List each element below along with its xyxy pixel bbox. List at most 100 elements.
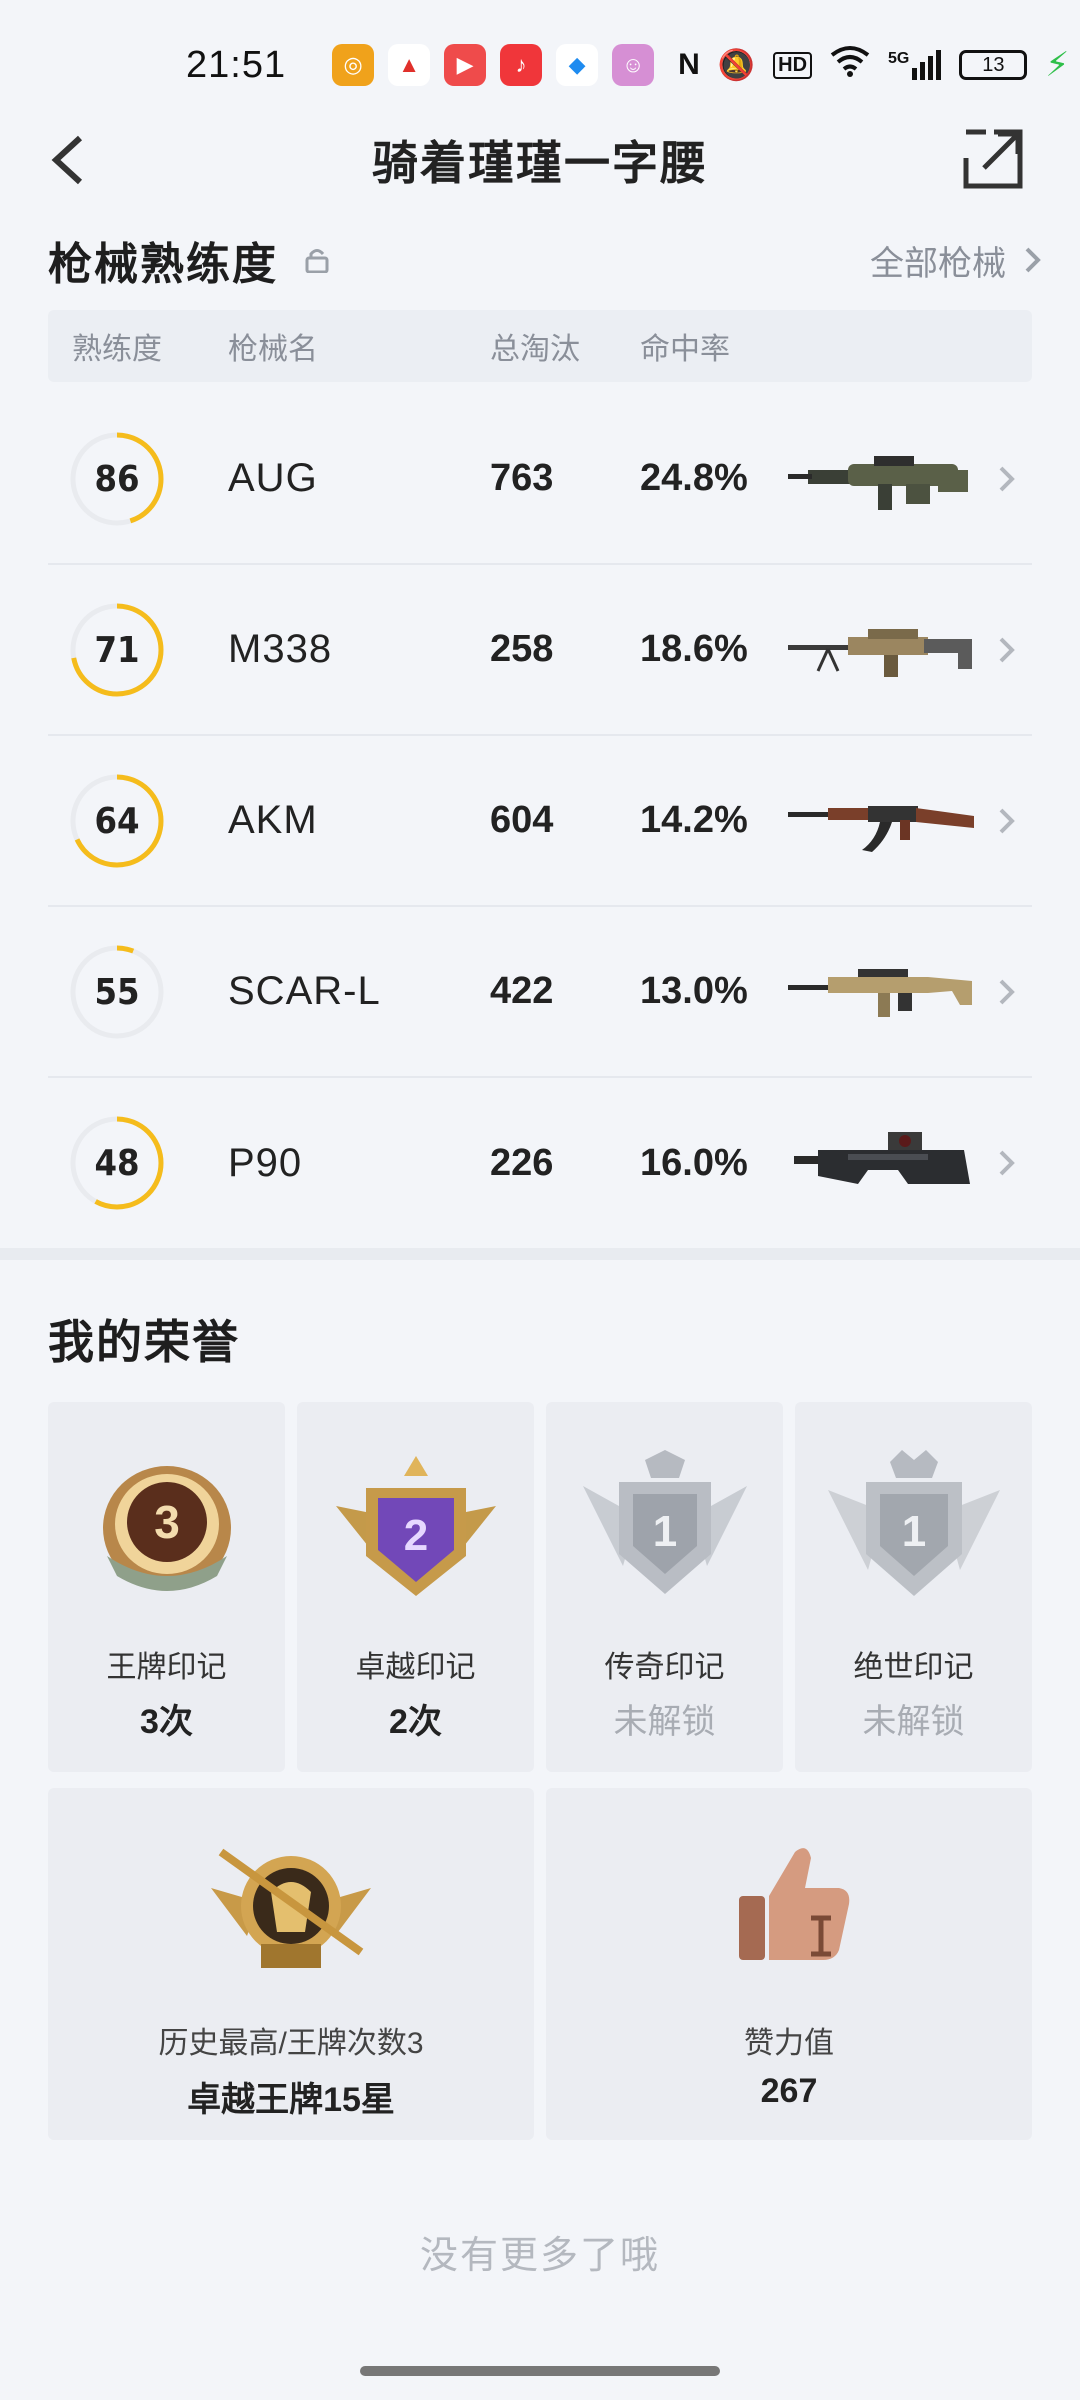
column-header-kills: 总淘汰 <box>490 333 580 366</box>
honor-value: 未解锁 <box>862 1703 965 1741</box>
akm-rifle-image <box>788 806 974 852</box>
honor-label: 王牌印记 <box>106 1651 227 1684</box>
honor-card-excellent[interactable]: 2 卓越印记 2次 <box>297 1402 534 1772</box>
weapon-section-title: 枪械熟练度 <box>48 240 278 289</box>
notification-app-icons: ◎ ▲ ▶ ♪ ◆ ☺ <box>332 44 655 86</box>
system-icons: N 🔕 HD 5G 13 ⚡ <box>678 45 1069 85</box>
weapon-kills: 422 <box>490 970 554 1012</box>
chevron-right-icon <box>999 466 1015 492</box>
honor-value: 2次 <box>389 1703 442 1741</box>
all-weapons-link[interactable]: 全部枪械 <box>870 236 1044 285</box>
proficiency-value: 64 <box>94 800 140 842</box>
svg-text:3: 3 <box>154 1496 180 1548</box>
ace-mark-badge-icon: 3 <box>102 1466 231 1591</box>
weapon-hit-rate: 24.8% <box>640 457 748 499</box>
highest-rank-value: 卓越王牌15星 <box>187 2081 395 2119</box>
honor-value: 3次 <box>140 1703 193 1741</box>
column-header-name: 枪械名 <box>228 333 318 366</box>
weapon-hit-rate: 14.2% <box>640 799 748 841</box>
likes-card[interactable]: 赞力值 267 <box>546 1788 1032 2140</box>
weapon-row[interactable]: 55 SCAR-L 422 13.0% <box>48 907 1032 1078</box>
aug-rifle-image <box>788 456 968 510</box>
honor-card-legend[interactable]: 1 传奇印记 未解锁 <box>546 1402 783 1772</box>
legend-mark-badge-icon: 1 <box>582 1450 747 1594</box>
weapon-hit-rate: 16.0% <box>640 1142 748 1184</box>
music-app-icon: ♪ <box>500 44 543 86</box>
proficiency-value: 48 <box>94 1142 140 1184</box>
svg-text:1: 1 <box>901 1507 925 1556</box>
honor-card-ace[interactable]: 3 王牌印记 3次 <box>48 1402 285 1772</box>
likes-label: 赞力值 <box>744 2027 834 2060</box>
excellent-mark-badge-icon: 2 <box>335 1456 496 1596</box>
weapon-list: 86 AUG 763 24.8% 71 M338 258 18.6% 64 AK… <box>48 394 1032 1249</box>
honor-badge-grid: 3 王牌印记 3次 2 卓越印记 2次 1 传奇印记 未解锁 1 绝世印记 未解… <box>48 1402 1032 1772</box>
peerless-mark-badge-icon: 1 <box>827 1450 1000 1596</box>
weapon-row[interactable]: 48 P90 226 16.0% <box>48 1078 1032 1249</box>
signal-icon: 5G <box>888 50 942 80</box>
weapon-kills: 226 <box>490 1142 554 1184</box>
weapon-name: SCAR-L <box>228 969 381 1013</box>
chevron-right-icon <box>1025 247 1041 273</box>
weapon-row[interactable]: 86 AUG 763 24.8% <box>48 394 1032 565</box>
lock-icon[interactable] <box>304 247 330 273</box>
app-icon-2: ▲ <box>388 44 431 86</box>
honor-card-peerless[interactable]: 1 绝世印记 未解锁 <box>795 1402 1032 1772</box>
mute-icon: 🔕 <box>717 48 756 82</box>
honor-stat-grid: 历史最高/王牌次数3 卓越王牌15星 赞力值 267 <box>48 1788 1032 2140</box>
back-arrow-icon[interactable] <box>42 130 102 190</box>
highest-rank-label: 历史最高/王牌次数3 <box>158 2027 424 2060</box>
thumbs-up-icon <box>739 1848 850 1960</box>
weapon-section-header: 枪械熟练度 全部枪械 <box>48 220 1044 300</box>
wifi-icon <box>830 45 870 85</box>
chevron-right-icon <box>999 808 1015 834</box>
honor-label: 卓越印记 <box>355 1651 476 1684</box>
chevron-right-icon <box>999 979 1015 1005</box>
status-time: 21:51 <box>186 43 287 86</box>
proficiency-value: 55 <box>94 971 140 1013</box>
svg-text:1: 1 <box>652 1507 676 1556</box>
app-icon-5: ◆ <box>556 44 599 86</box>
share-icon[interactable] <box>960 126 1026 192</box>
status-bar: 21:51 ◎ ▲ ▶ ♪ ◆ ☺ N 🔕 HD 5G 13 ⚡ <box>0 0 1080 130</box>
highest-rank-badge-icon <box>211 1848 371 1968</box>
hd-icon: HD <box>773 51 813 79</box>
column-header-hit-rate: 命中率 <box>640 333 730 366</box>
weapon-name: P90 <box>228 1141 303 1185</box>
section-divider <box>0 1248 1080 1260</box>
weapon-kills: 763 <box>490 457 554 499</box>
battery-icon: 13 <box>959 50 1028 80</box>
weapon-kills: 258 <box>490 628 554 670</box>
proficiency-value: 71 <box>94 629 140 671</box>
honor-label: 绝世印记 <box>853 1651 974 1684</box>
likes-value: 267 <box>760 2072 818 2110</box>
all-weapons-label: 全部枪械 <box>870 244 1006 283</box>
chevron-right-icon <box>999 1150 1015 1176</box>
scar-l-rifle-image <box>788 969 972 1017</box>
honor-label: 传奇印记 <box>604 1651 725 1684</box>
honor-value: 未解锁 <box>613 1703 716 1741</box>
page-title: 骑着瑾瑾一字腰 <box>372 137 708 189</box>
charging-icon: ⚡ <box>1045 46 1070 84</box>
home-indicator[interactable] <box>360 2366 720 2376</box>
app-icon-1: ◎ <box>332 44 375 86</box>
weapon-name: AUG <box>228 456 318 500</box>
weapon-row[interactable]: 64 AKM 604 14.2% <box>48 736 1032 907</box>
weapon-name: M338 <box>228 627 333 671</box>
p90-smg-image <box>794 1132 970 1184</box>
weapon-name: AKM <box>228 798 318 842</box>
highest-rank-card[interactable]: 历史最高/王牌次数3 卓越王牌15星 <box>48 1788 534 2140</box>
page-header: 骑着瑾瑾一字腰 <box>0 120 1080 200</box>
nfc-icon: N <box>678 48 700 81</box>
m338-machinegun-image <box>788 629 972 677</box>
weapon-table-header: 熟练度 枪械名 总淘汰 命中率 <box>48 310 1032 382</box>
column-header-proficiency: 熟练度 <box>72 333 162 366</box>
weapon-kills: 604 <box>490 799 554 841</box>
chevron-right-icon <box>999 637 1015 663</box>
weapon-proficiency-section: 枪械熟练度 全部枪械 熟练度 枪械名 总淘汰 命中率 86 AUG 763 24… <box>0 210 1080 1250</box>
game-app-icon: ☺ <box>612 44 655 86</box>
honors-title: 我的荣誉 <box>48 1316 240 1368</box>
weapon-hit-rate: 18.6% <box>640 628 748 670</box>
no-more-text: 没有更多了哦 <box>419 2235 660 2277</box>
weapon-row[interactable]: 71 M338 258 18.6% <box>48 565 1032 736</box>
video-app-icon: ▶ <box>444 44 487 86</box>
